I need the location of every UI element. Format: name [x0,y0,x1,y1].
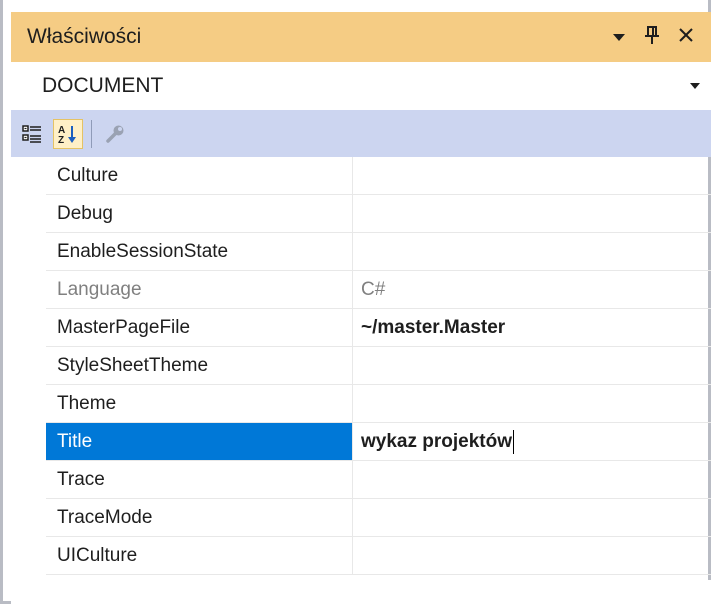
panel-titlebar[interactable]: Właściwości [11,12,711,62]
row-gutter [11,461,46,499]
property-name[interactable]: Theme [46,385,352,423]
alphabetical-icon: A Z [58,125,76,145]
row-gutter [11,233,46,271]
property-name[interactable]: MasterPageFile [46,309,352,347]
property-name[interactable]: Culture [46,157,352,195]
property-value-text: ~/master.Master [361,316,506,338]
property-value[interactable] [353,499,711,537]
close-icon[interactable] [678,27,694,47]
object-selector-value: DOCUMENT [42,74,164,97]
property-value-input[interactable]: wykaz projektów [353,423,711,461]
property-row[interactable]: Theme [11,385,711,423]
property-row[interactable]: UICulture [11,537,711,575]
property-name[interactable]: Debug [46,195,352,233]
window-position-dropdown-icon[interactable] [612,27,626,47]
object-selector[interactable]: DOCUMENT [11,62,711,110]
properties-toolbar: A Z [11,110,711,157]
property-name[interactable]: UICulture [46,537,352,575]
property-row[interactable]: MasterPageFile ~/master.Master [11,309,711,347]
property-name[interactable]: StyleSheetTheme [46,347,352,385]
property-value[interactable]: ~/master.Master [353,309,711,347]
property-name[interactable]: TraceMode [46,499,352,537]
row-gutter [11,499,46,537]
svg-text:Z: Z [58,135,64,145]
property-value[interactable] [353,157,711,195]
row-gutter [11,271,46,309]
property-row[interactable]: StyleSheetTheme [11,347,711,385]
property-value-text: wykaz projektów [361,430,512,452]
property-value[interactable] [353,347,711,385]
property-value[interactable] [353,233,711,271]
grid-empty-area [11,580,711,604]
titlebar-controls [612,25,694,49]
property-row[interactable]: Title wykaz projektów [11,423,711,461]
property-grid: Culture Debug EnableSessionState Language C#… [11,157,711,575]
categorized-button[interactable] [17,119,47,149]
chevron-down-icon[interactable] [690,83,700,89]
property-name[interactable]: EnableSessionState [46,233,352,271]
properties-window: Właściwości DOCUMENT A Z Culture Debug E… [0,0,711,604]
pin-icon[interactable] [644,25,660,49]
property-row[interactable]: Language C# [11,271,711,309]
text-caret [513,429,514,454]
categorized-icon [22,124,41,143]
property-name[interactable]: Language [46,271,352,309]
property-row[interactable]: EnableSessionState [11,233,711,271]
property-row[interactable]: Culture [11,157,711,195]
property-row[interactable]: Trace [11,461,711,499]
panel-title: Właściwości [27,25,142,48]
row-gutter [11,347,46,385]
property-value[interactable] [353,537,711,575]
property-name[interactable]: Trace [46,461,352,499]
row-gutter [11,195,46,233]
property-value: C# [353,271,711,309]
row-gutter [11,157,46,195]
alphabetical-button[interactable]: A Z [53,118,83,149]
toolbar-separator [91,119,92,148]
property-value[interactable] [353,461,711,499]
row-gutter [11,423,46,461]
wrench-icon [106,125,124,143]
row-gutter [11,385,46,423]
property-value[interactable] [353,195,711,233]
property-name[interactable]: Title [46,423,352,461]
property-row[interactable]: Debug [11,195,711,233]
property-row[interactable]: TraceMode [11,499,711,537]
property-pages-button[interactable] [100,119,130,149]
row-gutter [11,537,46,575]
property-value-text: C# [361,278,386,300]
row-gutter [11,309,46,347]
property-value[interactable] [353,385,711,423]
